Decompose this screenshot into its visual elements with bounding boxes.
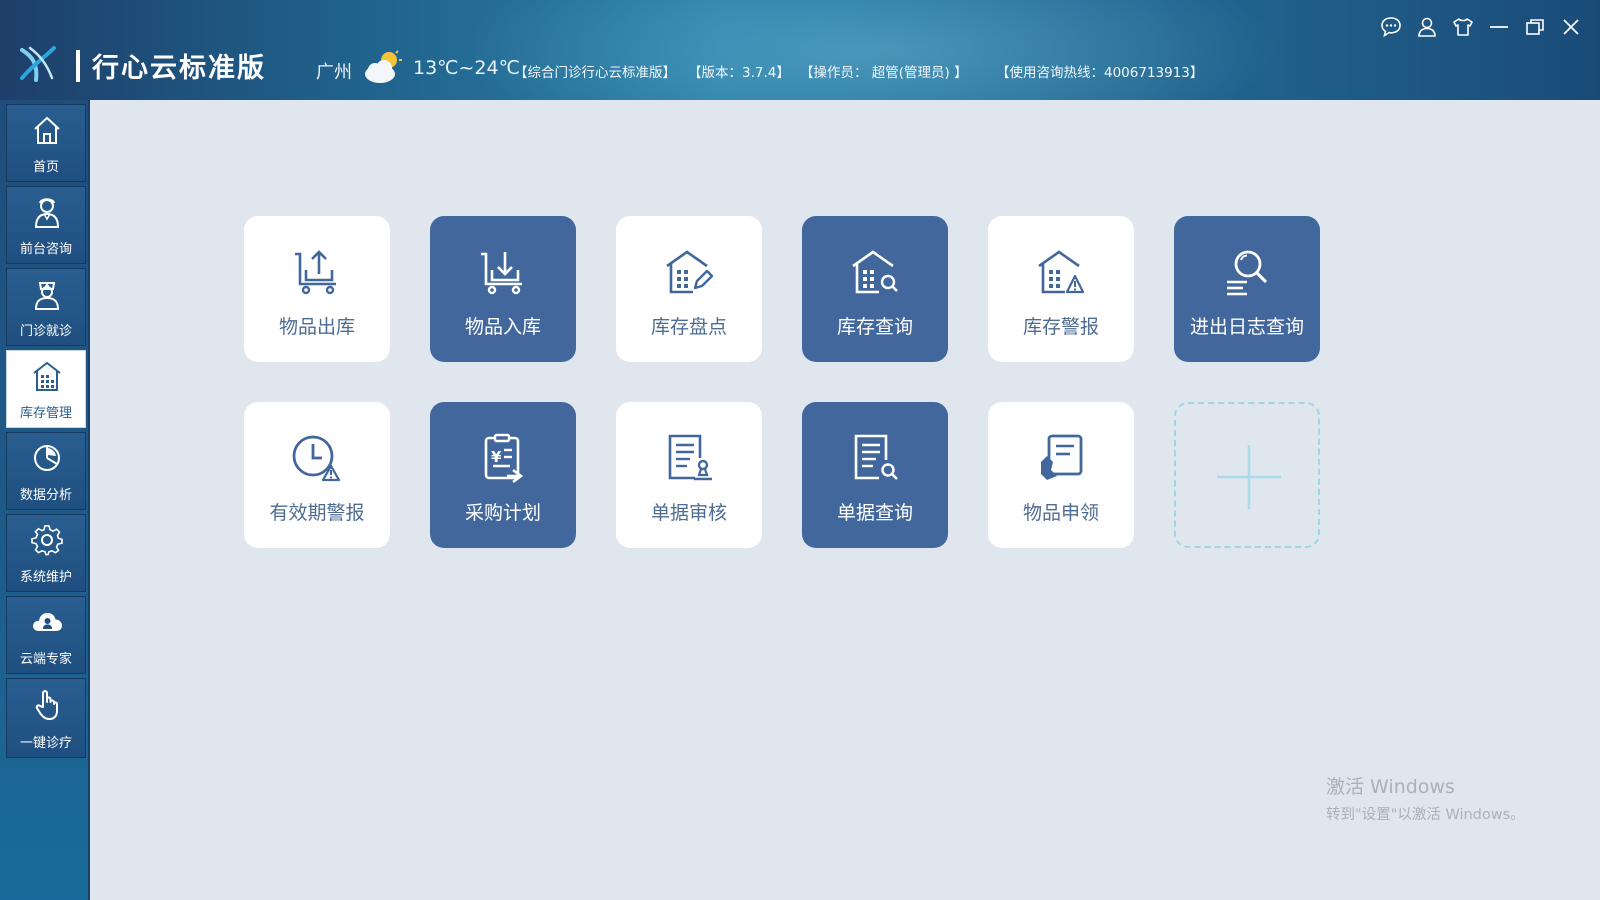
- clock-warning-icon: [292, 435, 341, 482]
- watermark-line1: 激活 Windows: [1326, 776, 1455, 798]
- gear-icon: [31, 525, 63, 556]
- sidebar-item-label: 前台咨询: [19, 242, 72, 257]
- header-glow: [420, 0, 1320, 100]
- tile-label: 库存警报: [1022, 316, 1099, 338]
- hotline-label: 【使用咨询热线：4006713913】: [996, 65, 1204, 81]
- sidebar-item-reception[interactable]: 前台咨询: [6, 186, 86, 264]
- tile-document-query[interactable]: 单据查询: [802, 402, 948, 548]
- sidebar-item-label: 一键诊疗: [19, 736, 72, 751]
- sidebar: 首页 前台咨询 门诊就诊 库存管理 数据分析 系统维护 云端专家 一键诊疗: [0, 100, 90, 900]
- add-tile-button[interactable]: [1174, 402, 1320, 548]
- sidebar-item-analytics[interactable]: 数据分析: [6, 432, 86, 510]
- tile-label: 采购计划: [464, 502, 541, 524]
- doctor-icon: [34, 282, 60, 310]
- document-approve-icon: [668, 434, 712, 481]
- tile-label: 物品出库: [278, 316, 355, 338]
- tile-item-outbound[interactable]: 物品出库: [244, 216, 390, 362]
- tile-label: 有效期警报: [269, 502, 365, 524]
- svg-text:¥: ¥: [491, 448, 502, 466]
- user-icon[interactable]: [1416, 16, 1438, 38]
- tile-stock-query[interactable]: 库存查询: [802, 216, 948, 362]
- sidebar-item-system[interactable]: 系统维护: [6, 514, 86, 592]
- sidebar-item-label: 门诊就诊: [19, 324, 72, 339]
- house-warning-icon: [1038, 250, 1085, 294]
- tile-stock-alarm[interactable]: 库存警报: [988, 216, 1134, 362]
- skin-icon[interactable]: [1452, 16, 1474, 38]
- cart-in-icon: [481, 252, 522, 295]
- tile-purchase-plan[interactable]: ¥ 采购计划: [430, 402, 576, 548]
- tile-log-query[interactable]: 进出日志查询: [1174, 216, 1320, 362]
- sidebar-item-cloud-expert[interactable]: 云端专家: [6, 596, 86, 674]
- xinxin-logo-icon: [20, 46, 56, 82]
- receptionist-icon: [34, 198, 60, 228]
- plus-icon: [1217, 445, 1281, 509]
- app-title: 行心云标准版: [92, 53, 266, 84]
- sidebar-item-label: 首页: [32, 160, 59, 175]
- tile-label: 库存盘点: [650, 316, 727, 338]
- tile-label: 进出日志查询: [1189, 316, 1304, 338]
- home-icon: [34, 116, 60, 144]
- tile-label: 物品入库: [464, 316, 541, 338]
- watermark-line2: 转到"设置"以激活 Windows。: [1326, 807, 1525, 823]
- log-search-icon: [1227, 250, 1267, 296]
- sidebar-item-inventory[interactable]: 库存管理: [6, 350, 86, 428]
- chat-icon[interactable]: [1380, 16, 1402, 38]
- operator-label: 【操作员： 超管(管理员) 】: [800, 65, 968, 81]
- sidebar-item-quick-treatment[interactable]: 一键诊疗: [6, 678, 86, 758]
- tile-label: 单据审核: [650, 502, 727, 524]
- tile-item-request[interactable]: 物品申领: [988, 402, 1134, 548]
- tile-stock-taking[interactable]: 库存盘点: [616, 216, 762, 362]
- title-divider: [76, 50, 80, 82]
- minimize-icon[interactable]: [1488, 16, 1510, 38]
- title-bar: 行心云标准版 广州 13℃~24℃ 【综合门诊行心云标准版】 【版本：3.7.4…: [0, 0, 1600, 100]
- close-icon[interactable]: [1560, 16, 1582, 38]
- tile-item-inbound[interactable]: 物品入库: [430, 216, 576, 362]
- purchase-plan-icon: ¥: [484, 433, 524, 484]
- windows-activation-watermark: 激活 Windows 转到"设置"以激活 Windows。: [1326, 772, 1525, 824]
- sidebar-item-home[interactable]: 首页: [6, 104, 86, 182]
- sidebar-item-label: 云端专家: [19, 652, 72, 667]
- window-controls: [1380, 16, 1582, 38]
- sidebar-item-outpatient[interactable]: 门诊就诊: [6, 268, 86, 346]
- partly-cloudy-icon: [365, 50, 402, 83]
- tile-document-review[interactable]: 单据审核: [616, 402, 762, 548]
- cart-out-icon: [295, 250, 336, 295]
- temperature-label: 13℃~24℃: [413, 57, 520, 79]
- edition-label: 【综合门诊行心云标准版】: [514, 65, 676, 81]
- sidebar-item-label: 库存管理: [19, 406, 72, 421]
- pie-chart-icon: [34, 445, 60, 471]
- document-search-icon: [854, 434, 898, 480]
- item-request-icon: [1041, 434, 1083, 480]
- city-label: 广州: [316, 62, 352, 83]
- cloud-expert-icon: [33, 613, 62, 631]
- tile-label: 库存查询: [836, 316, 913, 338]
- house-search-icon: [852, 250, 898, 294]
- warehouse-icon: [33, 361, 61, 391]
- house-edit-icon: [666, 250, 714, 294]
- sidebar-item-label: 系统维护: [19, 570, 72, 585]
- version-label: 【版本：3.7.4】: [688, 65, 790, 81]
- tile-label: 物品申领: [1022, 502, 1099, 524]
- tile-expiry-alarm[interactable]: 有效期警报: [244, 402, 390, 548]
- tap-hand-icon: [35, 690, 58, 720]
- restore-icon[interactable]: [1524, 16, 1546, 38]
- sidebar-item-label: 数据分析: [19, 488, 72, 503]
- tile-label: 单据查询: [836, 502, 913, 524]
